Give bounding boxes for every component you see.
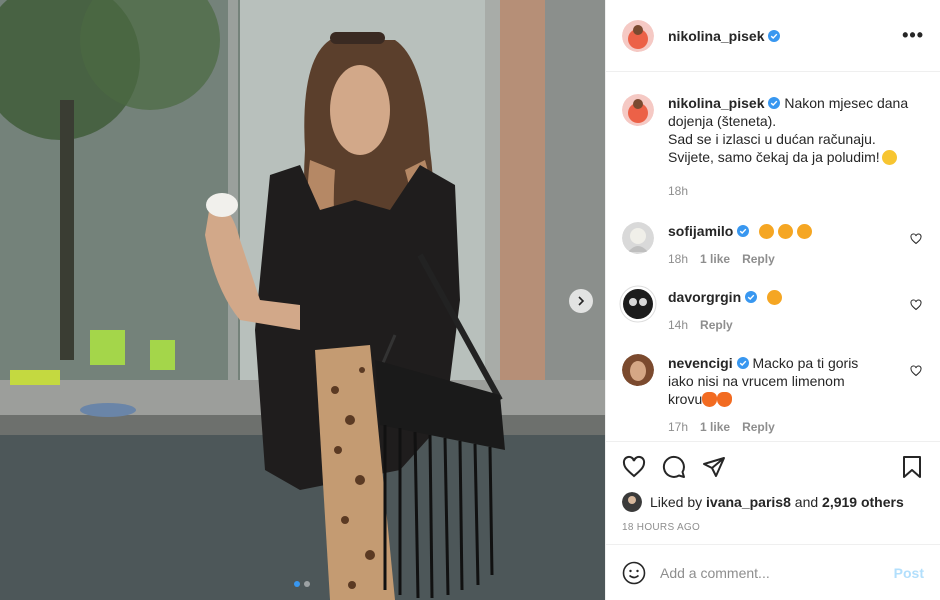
liked-by-others[interactable]: 2,919 others: [822, 494, 904, 510]
comment: sofijamilo 18h 1 like Reply: [622, 222, 924, 268]
rofl-emoji-icon: [881, 150, 897, 165]
verified-badge-icon: [745, 291, 758, 303]
caption-text-line: Svijete, samo čekaj da ja poludim!: [668, 149, 880, 165]
like-comment-heart-icon[interactable]: [910, 365, 922, 377]
like-comment-heart-icon[interactable]: [910, 233, 922, 245]
post-comment-button[interactable]: Post: [894, 565, 924, 581]
add-comment-bar: Add a comment... Post: [606, 544, 940, 600]
comment: davorgrgin 14h Reply: [619, 285, 924, 334]
star-struck-emoji-icon: [767, 290, 783, 305]
verified-badge-icon: [768, 97, 781, 109]
instagram-post: nikolina_pisek ••• nikolina_pisek Nakon …: [0, 0, 940, 600]
commenter-avatar[interactable]: [619, 285, 657, 323]
caption-time[interactable]: 18h: [668, 182, 688, 200]
star-struck-emoji-icon: [759, 224, 775, 239]
caption-text-line: Nakon mjesec dana: [784, 95, 909, 111]
comment-bubble-icon[interactable]: [662, 455, 686, 479]
more-options-icon[interactable]: •••: [902, 25, 924, 46]
verified-badge-icon: [737, 225, 750, 237]
comment-username[interactable]: nevencigi: [668, 355, 733, 371]
commenter-avatar[interactable]: [622, 354, 654, 386]
comment-text-line: iako nisi na vrucem limenom: [668, 373, 845, 389]
star-struck-emoji-icon: [778, 224, 794, 239]
like-heart-icon[interactable]: [622, 455, 646, 479]
caption: nikolina_pisek Nakon mjesec dana dojenja…: [622, 94, 924, 200]
verified-badge-icon: [768, 29, 781, 42]
reply-button[interactable]: Reply: [700, 316, 733, 334]
reply-button[interactable]: Reply: [742, 250, 775, 268]
photo-scene: [0, 0, 605, 600]
carousel-dot: [304, 581, 310, 587]
fire-emoji-icon: [717, 392, 733, 407]
post-sidebar: nikolina_pisek ••• nikolina_pisek Nakon …: [605, 0, 940, 600]
author-username[interactable]: nikolina_pisek: [668, 28, 764, 44]
emoji-smiley-icon[interactable]: [622, 561, 646, 585]
caption-username[interactable]: nikolina_pisek: [668, 95, 764, 111]
add-comment-input[interactable]: Add a comment...: [660, 565, 894, 581]
comment-text-line: krovu: [668, 391, 703, 407]
liked-by-prefix: Liked by: [650, 494, 703, 510]
post-actions: Liked by ivana_paris8 and 2,919 others 1…: [606, 441, 940, 544]
liker-avatar[interactable]: [622, 492, 642, 512]
likes-summary: Liked by ivana_paris8 and 2,919 others: [622, 492, 924, 512]
author-avatar[interactable]: [622, 19, 654, 52]
comment-text-line: Macko pa ti goris: [752, 355, 859, 371]
next-photo-button[interactable]: [569, 289, 593, 313]
verified-badge-icon: [736, 357, 749, 369]
comments-list: nikolina_pisek Nakon mjesec dana dojenja…: [606, 72, 940, 441]
save-bookmark-icon[interactable]: [900, 455, 924, 479]
fire-emoji-icon: [702, 392, 718, 407]
reply-button[interactable]: Reply: [742, 418, 775, 436]
comment-time[interactable]: 14h: [668, 316, 688, 334]
comment: nevencigi Macko pa ti goris iako nisi na…: [622, 354, 924, 436]
comment-time[interactable]: 18h: [668, 250, 688, 268]
caption-avatar[interactable]: [622, 94, 654, 126]
comment-likes[interactable]: 1 like: [700, 250, 730, 268]
commenter-avatar[interactable]: [622, 222, 654, 254]
caption-text-line: dojenja (šteneta).: [668, 113, 777, 129]
comment-username[interactable]: davorgrgin: [668, 289, 741, 305]
comment-likes[interactable]: 1 like: [700, 418, 730, 436]
like-comment-heart-icon[interactable]: [910, 299, 922, 311]
share-paper-plane-icon[interactable]: [702, 455, 726, 479]
carousel-dot-active: [294, 581, 300, 587]
liked-by-and: and: [794, 494, 819, 510]
chevron-right-icon: [578, 296, 585, 306]
post-photo[interactable]: [0, 0, 605, 600]
caption-text-line: Sad se i izlasci u dućan računaju.: [668, 131, 876, 147]
comment-username[interactable]: sofijamilo: [668, 223, 733, 239]
post-timestamp[interactable]: 18 HOURS AGO: [622, 522, 924, 533]
comment-time[interactable]: 17h: [668, 418, 688, 436]
carousel-indicator: [294, 581, 310, 587]
post-header: nikolina_pisek •••: [606, 0, 940, 72]
liked-by-user[interactable]: ivana_paris8: [706, 494, 791, 510]
star-struck-emoji-icon: [797, 224, 813, 239]
